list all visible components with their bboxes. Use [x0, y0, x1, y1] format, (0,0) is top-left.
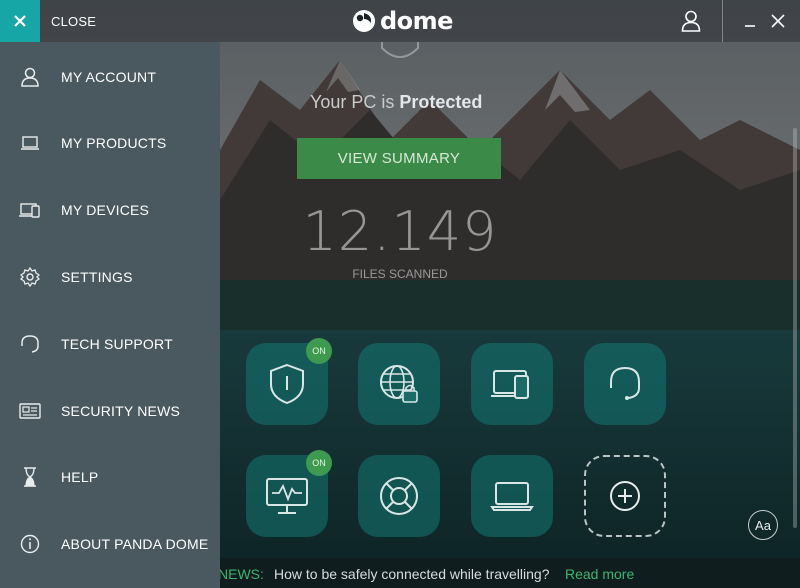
menu-item-about[interactable]: ABOUT PANDA DOME: [0, 519, 220, 569]
laptop-icon: [19, 132, 41, 154]
title-bar-divider: [722, 0, 723, 42]
protection-status: Your PC is Protected: [310, 92, 482, 113]
plus-icon: [610, 481, 640, 511]
menu-item-my-products[interactable]: MY PRODUCTS: [0, 118, 220, 168]
window-close-icon: [771, 14, 785, 28]
menu-item-my-devices[interactable]: MY DEVICES: [0, 185, 220, 235]
headset-icon: [19, 333, 41, 355]
user-account-button[interactable]: [674, 6, 708, 36]
menu-item-settings[interactable]: SETTINGS: [0, 252, 220, 302]
news-headline: How to be safely connected while travell…: [274, 566, 550, 582]
menu-item-help[interactable]: HELP: [0, 452, 220, 502]
read-more-link[interactable]: Read more: [565, 566, 634, 582]
minimize-icon: [745, 25, 755, 27]
antivirus-on-badge: ON: [306, 338, 332, 364]
devices-tile[interactable]: [471, 343, 553, 425]
close-label[interactable]: CLOSE: [51, 14, 96, 29]
menu-item-label: MY ACCOUNT: [61, 69, 157, 85]
close-menu-button[interactable]: [0, 0, 40, 42]
newspaper-icon: [19, 400, 41, 422]
shield-icon: [270, 363, 304, 405]
panda-logo-icon: [353, 10, 375, 32]
status-value: Protected: [399, 92, 483, 112]
menu-item-label: HELP: [61, 469, 99, 485]
shield-outline-icon: [381, 42, 419, 58]
info-icon: [19, 533, 41, 555]
menu-item-security-news[interactable]: SECURITY NEWS: [0, 386, 220, 436]
side-menu: MY ACCOUNT MY PRODUCTS MY DEVICES SETTIN…: [0, 42, 220, 588]
monitor-on-badge: ON: [306, 450, 332, 476]
font-size-button[interactable]: Aa: [748, 510, 778, 540]
add-feature-tile[interactable]: [584, 455, 666, 537]
status-prefix: Your PC is: [310, 92, 395, 112]
web-protection-tile[interactable]: [358, 343, 440, 425]
menu-item-my-account[interactable]: MY ACCOUNT: [0, 52, 220, 102]
devices-icon: [491, 370, 529, 399]
minimize-button[interactable]: [740, 10, 760, 32]
files-scanned-label: FILES SCANNED: [352, 267, 448, 281]
laptop-icon: [490, 482, 534, 511]
view-summary-button[interactable]: VIEW SUMMARY: [297, 138, 501, 179]
user-icon: [19, 66, 41, 88]
menu-item-label: SECURITY NEWS: [61, 403, 181, 419]
panda-dome-logo: dome: [352, 6, 453, 36]
lifebuoy-icon: [380, 477, 418, 515]
headset-icon: [610, 366, 640, 400]
user-icon: [681, 10, 701, 32]
devices-icon: [19, 199, 41, 221]
laptop-tile[interactable]: [471, 455, 553, 537]
tech-support-tile[interactable]: [584, 343, 666, 425]
files-scanned-count: 12.149: [302, 200, 498, 263]
menu-item-label: MY DEVICES: [61, 202, 150, 218]
gear-icon: [19, 266, 41, 288]
menu-item-label: MY PRODUCTS: [61, 135, 167, 151]
window-close-button[interactable]: [768, 10, 788, 32]
hourglass-icon: [19, 466, 41, 488]
monitor-pulse-icon: [266, 478, 308, 514]
menu-item-tech-support[interactable]: TECH SUPPORT: [0, 319, 220, 369]
logo-text: dome: [380, 7, 453, 35]
menu-item-label: TECH SUPPORT: [61, 336, 173, 352]
globe-lock-icon: [380, 365, 418, 403]
menu-item-label: SETTINGS: [61, 269, 133, 285]
news-label: NEWS:: [218, 566, 264, 582]
scrollbar[interactable]: [793, 128, 797, 528]
rescue-tile[interactable]: [358, 455, 440, 537]
close-icon: [14, 15, 26, 27]
menu-item-label: ABOUT PANDA DOME: [61, 536, 209, 552]
panda-dome-window: Your PC is Protected VIEW SUMMARY 12.149…: [0, 0, 800, 588]
